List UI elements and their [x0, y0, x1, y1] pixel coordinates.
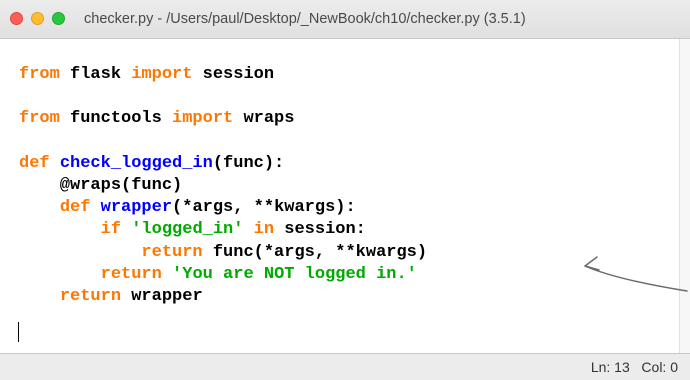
status-bar: Ln: 13 Col: 0 [0, 353, 690, 380]
close-window-button[interactable] [10, 12, 23, 25]
keyword-token: import [172, 109, 234, 129]
keyword-token: return [141, 242, 203, 262]
keyword-token: return [59, 286, 122, 306]
keyword-token: import [131, 65, 193, 84]
code-text[interactable]: from flask import session from functools … [19, 64, 427, 330]
code-line[interactable]: return wrapper [19, 286, 427, 308]
code-line[interactable]: from flask import session [19, 64, 427, 86]
vertical-scrollbar[interactable] [679, 39, 690, 353]
maximize-window-button[interactable] [52, 12, 65, 25]
keyword-token: from [19, 65, 60, 84]
keyword-token: def [59, 198, 91, 218]
code-line[interactable]: from functools import wraps [19, 108, 427, 130]
code-line[interactable]: def check_logged_in(func): [19, 153, 427, 175]
keyword-token: if [100, 220, 122, 240]
keyword-token: return [100, 264, 162, 284]
keyword-token: in [253, 220, 275, 240]
code-token: wrapper [121, 286, 203, 306]
minimize-window-button[interactable] [31, 12, 44, 25]
code-token: @wraps(func) [19, 175, 183, 195]
code-line[interactable]: return func(*args, **kwargs) [19, 242, 427, 264]
window-title: checker.py - /Users/paul/Desktop/_NewBoo… [84, 11, 526, 27]
string-token: 'You are NOT logged in.' [172, 264, 417, 284]
code-token: session [192, 65, 275, 84]
title-bar[interactable]: checker.py - /Users/paul/Desktop/_NewBoo… [0, 0, 690, 39]
code-token: (*args, **kwargs): [172, 198, 356, 218]
code-line[interactable]: def wrapper(*args, **kwargs): [19, 197, 427, 219]
code-token: func(*args, **kwargs) [202, 242, 428, 262]
code-token: session: [274, 220, 366, 240]
code-token: (func): [212, 153, 285, 173]
code-line[interactable] [19, 86, 427, 108]
code-token: wraps [233, 109, 295, 129]
code-line[interactable]: return 'You are NOT logged in.' [19, 264, 427, 286]
definition-token: check_logged_in [59, 153, 213, 173]
idle-editor-window: checker.py - /Users/paul/Desktop/_NewBoo… [0, 0, 690, 380]
code-line[interactable]: @wraps(func) [19, 175, 427, 197]
text-cursor [18, 322, 19, 342]
code-token: functools [59, 109, 173, 129]
cursor-position-status: Ln: 13 Col: 0 [590, 359, 678, 375]
string-token: 'logged_in' [131, 220, 244, 240]
code-line[interactable]: if 'logged_in' in session: [19, 219, 427, 241]
code-token: flask [59, 65, 132, 84]
code-line[interactable] [19, 308, 427, 330]
keyword-token: from [19, 109, 60, 129]
code-line[interactable] [19, 131, 427, 153]
code-editor[interactable]: from flask import session from functools … [0, 39, 680, 353]
annotation-arrow-icon [584, 256, 688, 292]
definition-token: wrapper [100, 198, 173, 218]
keyword-token: def [19, 153, 50, 173]
